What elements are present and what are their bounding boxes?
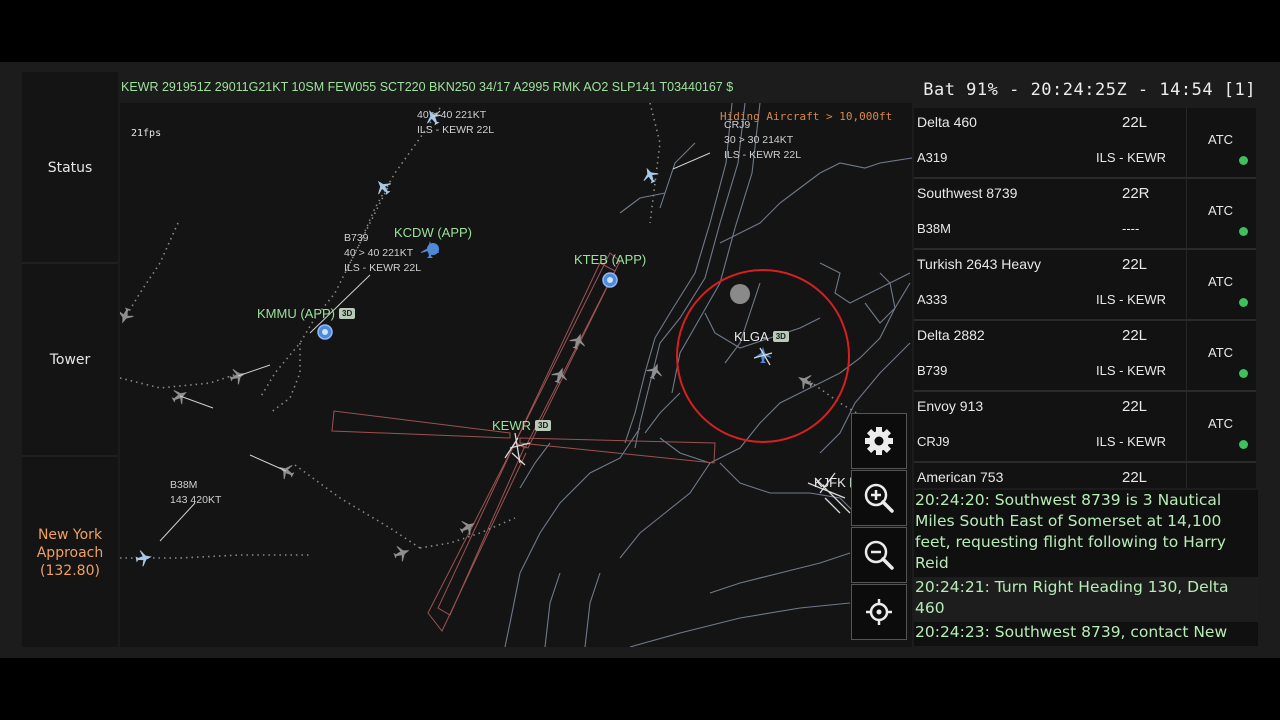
- status-dot: [1239, 440, 1248, 449]
- runway-clusters: [504, 347, 851, 514]
- leader-lines: [159, 110, 711, 542]
- strip-divider: [1186, 250, 1187, 319]
- airport-name: KJFK: [814, 475, 846, 490]
- status-dot: [1239, 369, 1248, 378]
- settings-button[interactable]: [851, 413, 907, 469]
- ground-aircraft-symbols: [120, 307, 814, 562]
- 3d-badge[interactable]: 3D: [772, 331, 789, 342]
- strip-handoff[interactable]: ATC: [1208, 416, 1233, 431]
- aircraft-datablock-crj9[interactable]: CRJ9 30 > 30 214KT ILS - KEWR 22L: [724, 118, 801, 163]
- strip-runway: 22L: [1122, 327, 1148, 344]
- airport-name: KMMU (APP): [257, 306, 335, 321]
- strip-route: ----: [1122, 221, 1140, 236]
- flight-strip[interactable]: Turkish 2643 Heavy 22L A333 ILS - KEWR A…: [914, 250, 1256, 321]
- strip-runway: 22L: [1122, 114, 1148, 131]
- strip-handoff[interactable]: ATC: [1208, 132, 1233, 147]
- strip-route: ILS - KEWR: [1096, 363, 1167, 378]
- communications-log: 20:24:20: Southwest 8739 is 3 Nautical M…: [914, 490, 1258, 646]
- status-dot: [1239, 298, 1248, 307]
- status-dot: [1239, 156, 1248, 165]
- divider: [22, 262, 118, 264]
- log-message: 20:24:21: Turn Right Heading 130, Delta …: [914, 577, 1258, 622]
- status-bar: Bat 91% - 20:24:25Z - 14:54 [1]: [923, 80, 1256, 100]
- strip-divider: [1186, 179, 1187, 248]
- strip-callsign: Southwest 8739: [917, 185, 1018, 201]
- tower-button[interactable]: Tower: [22, 352, 118, 368]
- strip-aircraft-type: A333: [917, 292, 948, 307]
- divider: [22, 455, 118, 457]
- approach-cones: [331, 252, 716, 632]
- metar-text: KEWR 291951Z 29011G21KT 10SM FEW055 SCT2…: [121, 80, 734, 94]
- flight-strip-list[interactable]: Delta 460 22L A319 ILS - KEWR ATC Southw…: [914, 108, 1256, 488]
- strip-route: ILS - KEWR: [1096, 434, 1167, 449]
- flight-strip[interactable]: American 753 22L: [914, 463, 1256, 488]
- strip-route: ILS - KEWR: [1096, 292, 1167, 307]
- strip-divider: [1186, 463, 1187, 488]
- status-button[interactable]: Status: [22, 160, 118, 176]
- strip-runway: 22L: [1122, 398, 1148, 415]
- zoom-out-icon: [864, 540, 894, 570]
- zoom-in-button[interactable]: [851, 470, 907, 526]
- strip-runway: 22R: [1122, 185, 1150, 202]
- strip-callsign: Delta 460: [917, 114, 977, 130]
- strip-aircraft-type: CRJ9: [917, 434, 950, 449]
- airport-name: KLGA: [734, 329, 769, 344]
- zoom-out-button[interactable]: [851, 527, 907, 583]
- strip-handoff[interactable]: ATC: [1208, 274, 1233, 289]
- airport-name: KEWR: [492, 418, 531, 433]
- flight-strip[interactable]: Delta 460 22L A319 ILS - KEWR ATC: [914, 108, 1256, 179]
- fps-counter: 21fps: [131, 128, 162, 139]
- 3d-badge[interactable]: 3D: [535, 420, 552, 431]
- flight-strip[interactable]: Southwest 8739 22R B38M ---- ATC: [914, 179, 1256, 250]
- airport-label-kteb[interactable]: KTEB (APP): [574, 252, 646, 267]
- zoom-in-icon: [864, 483, 894, 513]
- strip-callsign: American 753: [917, 469, 1004, 485]
- strip-divider: [1186, 321, 1187, 390]
- airport-label-kmmu[interactable]: KMMU (APP) 3D: [257, 306, 356, 321]
- strip-handoff[interactable]: ATC: [1208, 345, 1233, 360]
- strip-route: ILS - KEWR: [1096, 150, 1167, 165]
- strip-aircraft-type: A319: [917, 150, 948, 165]
- left-panel: Status Tower New York Approach (132.80): [22, 72, 118, 647]
- airport-label-kewr[interactable]: KEWR 3D: [492, 418, 552, 433]
- radar-map-graphics: [120, 103, 912, 647]
- strip-handoff[interactable]: ATC: [1208, 203, 1233, 218]
- gear-icon: [865, 427, 893, 455]
- aircraft-datablock[interactable]: 40 > 40 221KT ILS - KEWR 22L: [417, 108, 494, 138]
- radar-map[interactable]: 21fps Hiding Aircraft > 10,000ft KCDW (A…: [120, 103, 912, 647]
- strip-callsign: Delta 2882: [917, 327, 985, 343]
- strip-runway: 22L: [1122, 256, 1148, 273]
- flight-strip[interactable]: Delta 2882 22L B739 ILS - KEWR ATC: [914, 321, 1256, 392]
- strip-runway: 22L: [1122, 469, 1148, 486]
- strip-divider: [1186, 108, 1187, 177]
- aircraft-datablock-b739[interactable]: B739 40 > 40 221KT ILS - KEWR 22L: [344, 231, 421, 276]
- flight-strip[interactable]: Envoy 913 22L CRJ9 ILS - KEWR ATC: [914, 392, 1256, 463]
- crosshair-icon: [866, 599, 892, 625]
- 3d-badge[interactable]: 3D: [339, 308, 356, 319]
- log-message: 20:24:20: Southwest 8739 is 3 Nautical M…: [915, 491, 1226, 572]
- strip-divider: [1186, 392, 1187, 461]
- aircraft-datablock-b38m[interactable]: B38M 143 420KT: [170, 478, 221, 508]
- strip-callsign: Turkish 2643 Heavy: [917, 256, 1041, 272]
- airport-label-klga[interactable]: KLGA 3D: [734, 329, 789, 344]
- recenter-button[interactable]: [851, 584, 907, 640]
- log-message: 20:24:23: Southwest 8739, contact New Yo…: [915, 623, 1228, 646]
- map-marker-dot: [730, 284, 750, 304]
- approach-frequency-button[interactable]: New York Approach (132.80): [22, 526, 118, 580]
- aircraft-symbols: [135, 110, 771, 567]
- strip-aircraft-type: B38M: [917, 221, 951, 236]
- status-dot: [1239, 227, 1248, 236]
- strip-callsign: Envoy 913: [917, 398, 984, 414]
- strip-aircraft-type: B739: [917, 363, 948, 378]
